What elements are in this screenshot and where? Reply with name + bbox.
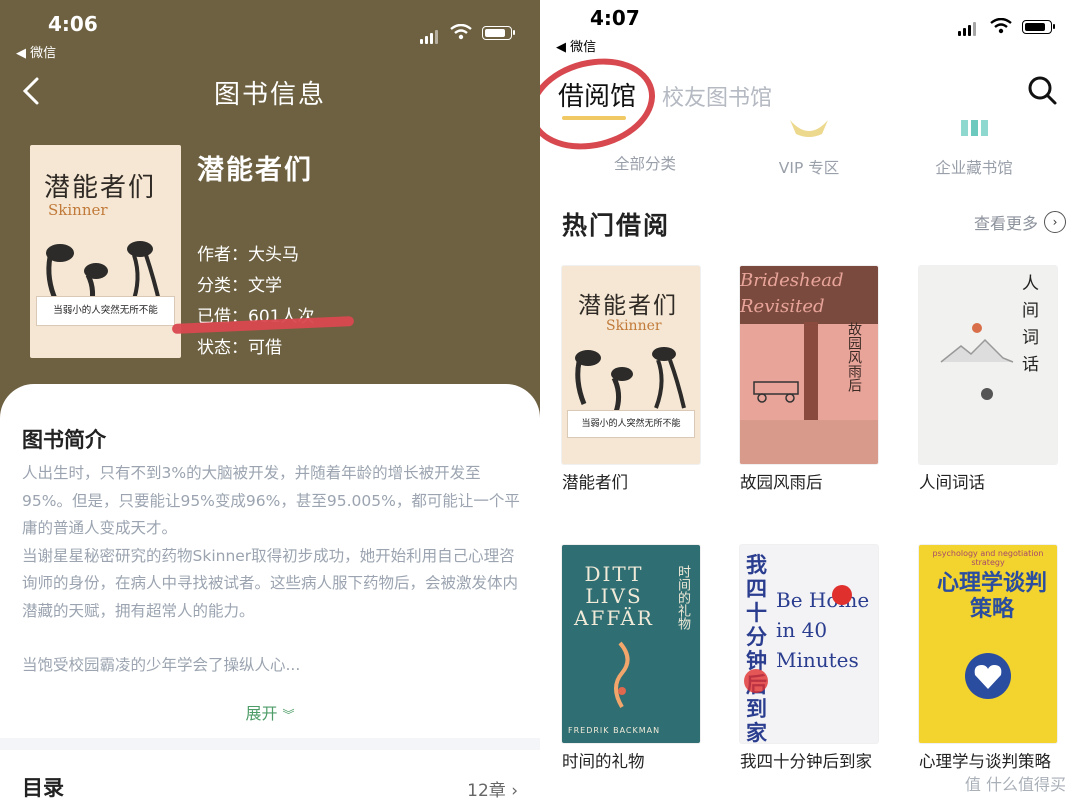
- book-cover: 人间词话: [919, 266, 1057, 464]
- see-more-label: 查看更多: [973, 214, 1038, 233]
- section-divider: [0, 738, 540, 750]
- enterprise-library-icon: [961, 120, 988, 136]
- toc-heading: 目录: [22, 776, 64, 800]
- book-name: 人间词话: [919, 473, 985, 492]
- vip-crown-icon: [790, 120, 828, 137]
- intro-paragraph: 当谢星星秘密研究的药物Skinner取得初步成功，她开始利用自己心理咨询师的身份…: [22, 546, 519, 620]
- search-icon[interactable]: [1026, 74, 1058, 106]
- category-label: 全部分类: [613, 155, 676, 173]
- detail-sheet: 图书简介 人出生时，只有不到3%的大脑被开发，并随着年龄的增长被开发至95%。但…: [0, 384, 540, 809]
- cover-chinese-title: 时间的礼物: [675, 565, 690, 630]
- book-card[interactable]: Brideshead Revisited 故园风雨后 故园风雨后: [740, 266, 880, 494]
- book-name: 故园风雨后: [740, 473, 823, 492]
- mountain-illustration: [940, 323, 1014, 400]
- cover-title: 潜能者们: [578, 293, 678, 319]
- book-card[interactable]: 潜能者们 Skinner 当弱小的人突然无所不能 潜能者们: [562, 266, 702, 494]
- watermark-logo: 值 什么值得买: [964, 775, 1066, 794]
- back-to-wechat-link[interactable]: ◀ 微信: [556, 36, 596, 55]
- book-author: 作者：大头马: [197, 245, 299, 265]
- book-name: 我四十分钟后到家: [740, 752, 872, 771]
- category-label: VIP 专区: [778, 159, 840, 177]
- cover-title: 我四十分钟后到家: [746, 553, 767, 743]
- cover-title: 人间词话: [1018, 274, 1038, 382]
- category-enterprise[interactable]: 企业藏书馆: [914, 112, 1034, 178]
- book-cover: 潜能者们 Skinner 当弱小的人突然无所不能: [562, 266, 700, 464]
- cover-title: 潜能者们: [44, 173, 157, 203]
- chevron-right-circle-icon: ›: [1044, 211, 1066, 233]
- expand-button[interactable]: 展开 ︾: [0, 700, 540, 724]
- intro-heading: 图书简介: [22, 428, 106, 452]
- cover-author: FREDRIK BACKMAN: [568, 726, 661, 735]
- book-name: 潜能者们: [562, 473, 628, 492]
- cover-subtitle: Be Home in 40 Minutes: [776, 588, 870, 672]
- book-info-screen: 4:06 ◀ 微信 图书信息 潜能者们 Skinner 当弱小的人突然无所不能: [0, 0, 540, 809]
- book-cover: 我四十分钟后到家 Be Home in 40 Minutes: [740, 545, 878, 743]
- cover-title: 心理学谈判策略: [937, 571, 1048, 622]
- smoke-figure-illustration: [614, 641, 630, 709]
- toc-count-label: 12章: [467, 781, 506, 801]
- cover-band: 当弱小的人突然无所不能: [567, 410, 695, 438]
- category-label: 企业藏书馆: [935, 159, 1013, 177]
- wifi-icon: [990, 18, 1012, 34]
- intro-paragraph: 当饱受校园霸凌的少年学会了操纵人心...: [22, 656, 301, 674]
- cover-subtitle: Skinner: [606, 318, 662, 334]
- book-category: 分类：文学: [197, 276, 282, 296]
- book-card[interactable]: DITT LIVS AFFÄR 时间的礼物 FREDRIK BACKMAN 时间…: [562, 545, 702, 773]
- double-chevron-down-icon: ︾: [282, 708, 295, 722]
- cover-subtitle: psychology and negotiation strategy: [932, 549, 1044, 567]
- book-cover: DITT LIVS AFFÄR 时间的礼物 FREDRIK BACKMAN: [562, 545, 700, 743]
- library-home-screen: 4:07 ◀ 微信 借阅馆 校友图书馆 全部分类 VIP 专区 企业藏书馆 热门…: [540, 0, 1080, 809]
- see-more-link[interactable]: 查看更多 ›: [974, 210, 1066, 234]
- all-categories-icon: [585, 112, 705, 138]
- book-cover: psychology and negotiation strategy 心理学谈…: [919, 545, 1057, 743]
- expand-label: 展开: [245, 704, 278, 723]
- chevron-right-icon: ›: [511, 781, 518, 801]
- intro-text: 人出生时，只有不到3%的大脑被开发，并随着年龄的增长被开发至95%。但是，只要能…: [22, 460, 522, 680]
- page-title: 图书信息: [213, 80, 326, 110]
- toc-chapter-count-link[interactable]: 12章 ›: [467, 776, 518, 801]
- book-card[interactable]: psychology and negotiation strategy 心理学谈…: [919, 545, 1059, 773]
- book-card[interactable]: 我四十分钟后到家 Be Home in 40 Minutes 我四十分钟后到家: [740, 545, 880, 773]
- book-cover: Brideshead Revisited 故园风雨后: [740, 266, 878, 464]
- status-time: 4:06: [48, 12, 98, 36]
- wifi-icon: [450, 24, 472, 40]
- cover-band: 当弱小的人突然无所不能: [36, 296, 175, 326]
- battery-icon: [1022, 20, 1055, 34]
- intro-paragraph: 人出生时，只有不到3%的大脑被开发，并随着年龄的增长被开发至95%。但是，只要能…: [22, 464, 520, 537]
- cover-figures-illustration: [575, 347, 686, 413]
- book-name: 时间的礼物: [562, 752, 645, 771]
- status-time: 4:07: [590, 6, 640, 30]
- hot-borrow-heading: 热门借阅: [562, 211, 671, 240]
- book-status: 状态：可借: [197, 338, 282, 358]
- cover-title: Brideshead Revisited: [740, 270, 844, 317]
- book-title: 潜能者们: [197, 155, 313, 186]
- vintage-car-illustration: [753, 381, 799, 403]
- category-vip[interactable]: VIP 专区: [749, 112, 869, 178]
- status-bar: 4:07 ◀ 微信: [540, 0, 1080, 60]
- book-name: 心理学与谈判策略: [919, 752, 1051, 771]
- handshake-heart-icon: [965, 653, 1011, 699]
- status-bar: 4:06 ◀ 微信: [0, 0, 540, 61]
- cover-title: DITT LIVS AFFÄR: [574, 562, 654, 630]
- book-cover: 潜能者们 Skinner 当弱小的人突然无所不能: [30, 145, 181, 358]
- category-all[interactable]: 全部分类: [585, 112, 705, 174]
- battery-icon: [482, 26, 515, 40]
- tab-alumni-library[interactable]: 校友图书馆: [662, 80, 772, 112]
- cover-subtitle: Skinner: [48, 201, 108, 219]
- signal-icon: [958, 22, 976, 36]
- back-to-wechat-link[interactable]: ◀ 微信: [16, 42, 56, 61]
- book-card[interactable]: 人间词话 人间词话: [919, 266, 1059, 494]
- signal-icon: [420, 30, 438, 44]
- intro-paragraph: [22, 625, 522, 652]
- cover-chinese-title: 故园风雨后: [846, 322, 862, 392]
